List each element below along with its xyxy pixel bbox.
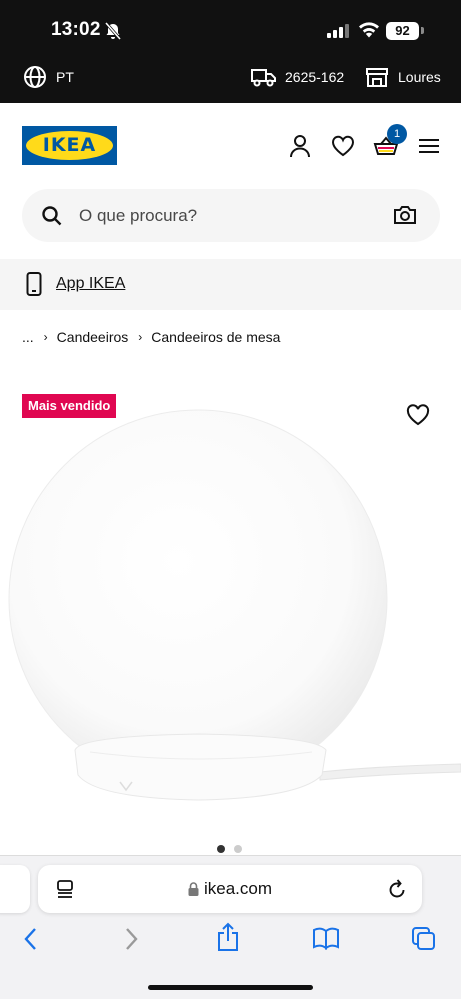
bookmarks-icon[interactable] [312,926,340,950]
chevron-right-icon: › [138,330,143,344]
add-to-favorites-heart-icon[interactable] [406,404,430,426]
lock-icon [188,882,199,896]
search-bar[interactable] [22,189,440,242]
store-name[interactable]: Loures [398,69,441,85]
chevron-right-icon: › [43,330,48,344]
mobile-phone-icon [26,272,42,296]
product-image[interactable] [0,400,461,820]
site-header: IKEA 1 [0,103,461,187]
wifi-icon [359,22,379,38]
back-chevron-icon[interactable] [21,926,41,952]
carousel-dot[interactable] [234,845,242,853]
wishlist-heart-icon[interactable] [330,133,356,159]
previous-tab-preview[interactable] [0,865,30,913]
bell-slash-icon [104,22,122,40]
status-bar: 13:02 92 [0,0,461,58]
ikea-logo[interactable]: IKEA [22,126,117,165]
breadcrumb-ellipsis[interactable]: ... [22,329,34,345]
browser-toolbar: ikea.com [0,855,461,999]
breadcrumb: ... › Candeeiros › Candeeiros de mesa [22,327,280,347]
breadcrumb-item[interactable]: Candeeiros [57,329,129,345]
url-text[interactable]: ikea.com [204,879,272,899]
store-icon[interactable] [366,66,388,88]
cart-count-badge: 1 [387,124,407,144]
address-bar[interactable]: ikea.com [38,865,422,913]
reload-icon[interactable] [387,878,407,900]
battery-level: 92 [386,22,419,40]
page-menu-icon[interactable] [55,879,75,899]
camera-search-icon[interactable] [393,204,417,226]
language-selector[interactable]: PT [56,69,74,85]
home-indicator [148,985,313,990]
menu-icon[interactable] [416,133,442,159]
status-time: 13:02 [51,19,101,40]
delivery-truck-icon[interactable] [251,66,277,88]
account-icon[interactable] [287,133,313,159]
logo-text: IKEA [42,134,97,156]
carousel-pagination [217,845,242,853]
forward-chevron-icon[interactable] [121,926,141,952]
best-seller-badge: Mais vendido [22,394,117,418]
top-info-bar: PT 2625-162 Loures [0,58,461,103]
globe-icon[interactable] [23,65,47,89]
breadcrumb-item[interactable]: Candeeiros de mesa [151,329,280,345]
app-ikea-link[interactable]: App IKEA [56,275,125,293]
battery-tip [421,27,424,34]
cellular-signal-icon [327,24,349,38]
search-input[interactable] [79,189,379,242]
postal-code[interactable]: 2625-162 [285,69,344,85]
carousel-dot-active[interactable] [217,845,225,853]
share-icon[interactable] [216,922,240,952]
app-banner: App IKEA [0,259,461,310]
search-icon [42,206,62,226]
tabs-overview-icon[interactable] [411,926,437,952]
